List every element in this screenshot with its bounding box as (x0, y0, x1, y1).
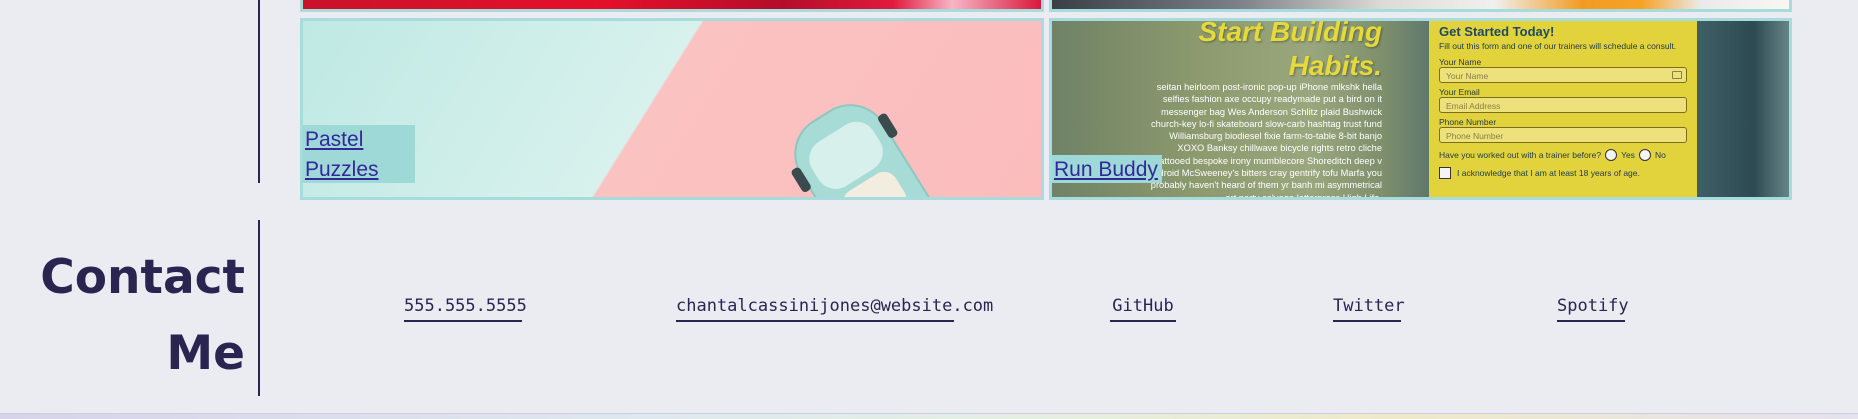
name-field: Your Name (1439, 67, 1687, 83)
footer-gradient-bar (0, 413, 1858, 419)
hero-heading-line2: Habits. (1288, 50, 1382, 81)
hero-body-line: Williamsburg biodiesel fixie farm-to-tab… (1169, 131, 1382, 142)
hero-body-line: XOXO Banksy chillwave bicycle rights ret… (1177, 143, 1382, 154)
phone-label: Phone Number (1439, 117, 1497, 127)
hero-body-line: messenger bag Wes Anderson Schlitz plaid… (1160, 106, 1382, 117)
radio-no-icon (1638, 149, 1651, 161)
section-divider-line-bottom (258, 220, 260, 396)
email-label: Your Email (1439, 87, 1480, 97)
hero-body-line: art party selvage letterpress High Life. (1225, 192, 1382, 200)
checkbox-icon (1439, 167, 1451, 179)
contact-title-line1: Contact (40, 250, 245, 305)
project-tile-run-buddy[interactable]: Start Building Habits. seitan heirloom p… (1049, 18, 1792, 200)
phone-field: Phone Number (1439, 127, 1687, 143)
form-title: Get Started Today! (1439, 24, 1555, 39)
name-label: Your Name (1439, 57, 1482, 67)
spotify-link[interactable]: Spotify (1557, 290, 1629, 322)
radio-yes-icon (1605, 149, 1618, 161)
hero-heading-line1: Start Building (1198, 18, 1382, 47)
hero-body-line: tattooed bespoke irony mumblecore Shored… (1156, 155, 1382, 166)
contact-title-line2: Me (166, 326, 245, 381)
project-title-line2: Puzzles (305, 158, 379, 181)
email-placeholder: Email Address (1446, 101, 1501, 111)
form-subtitle: Fill out this form and one of our traine… (1439, 41, 1677, 51)
email-field: Email Address (1439, 97, 1687, 113)
hero-body-line: droid McSweeney's bitters cray gentrify … (1158, 168, 1382, 179)
section-divider-line-top (258, 0, 260, 183)
project-title-line1: Pastel (305, 128, 364, 151)
email-link[interactable]: chantalcassinijones@website.com (676, 290, 993, 322)
hero-body-line: seitan heirloom post-ironic pop-up iPhon… (1156, 82, 1382, 92)
project-tile-pastel-puzzles[interactable]: Pastel Puzzles (300, 18, 1044, 200)
phone-placeholder: Phone Number (1446, 131, 1504, 141)
run-buddy-hero-heading: Start Building Habits. (1052, 18, 1382, 83)
toy-car-image (791, 104, 940, 197)
radio-no-label: No (1654, 150, 1666, 160)
runner-photo (1697, 21, 1789, 197)
hero-body-line: church-key lo-fi skateboard slow-carb ha… (1151, 118, 1382, 129)
age-acknowledgement-text: I acknowledge that I am at least 18 year… (1457, 168, 1640, 178)
project-link-pastel-puzzles[interactable]: Pastel Puzzles (303, 125, 415, 183)
trainer-question: Have you worked out with a trainer befor… (1439, 149, 1687, 161)
contact-section-title: Contact Me (0, 240, 245, 392)
github-link[interactable]: GitHub (1110, 290, 1176, 322)
project-link-run-buddy[interactable]: Run Buddy (1052, 155, 1162, 183)
trainer-question-text: Have you worked out with a trainer befor… (1439, 150, 1602, 160)
twitter-link[interactable]: Twitter (1333, 290, 1405, 322)
contact-card-icon (1672, 71, 1682, 79)
project-tile-previous-left[interactable] (300, 0, 1044, 12)
hero-body-line: probably haven't heard of them yr banh m… (1150, 180, 1382, 191)
project-tile-previous-right[interactable] (1049, 0, 1792, 12)
run-buddy-hero-body: seitan heirloom post-ironic pop-up iPhon… (1142, 81, 1382, 200)
phone-link[interactable]: 555.555.5555 (404, 290, 527, 322)
radio-yes-label: Yes (1621, 150, 1635, 160)
run-buddy-signup-form: Get Started Today! Fill out this form an… (1429, 21, 1697, 197)
name-placeholder: Your Name (1446, 71, 1489, 81)
age-acknowledgement: I acknowledge that I am at least 18 year… (1439, 167, 1687, 179)
hero-body-line: selfies fashion axe occupy readymade put… (1162, 94, 1382, 105)
